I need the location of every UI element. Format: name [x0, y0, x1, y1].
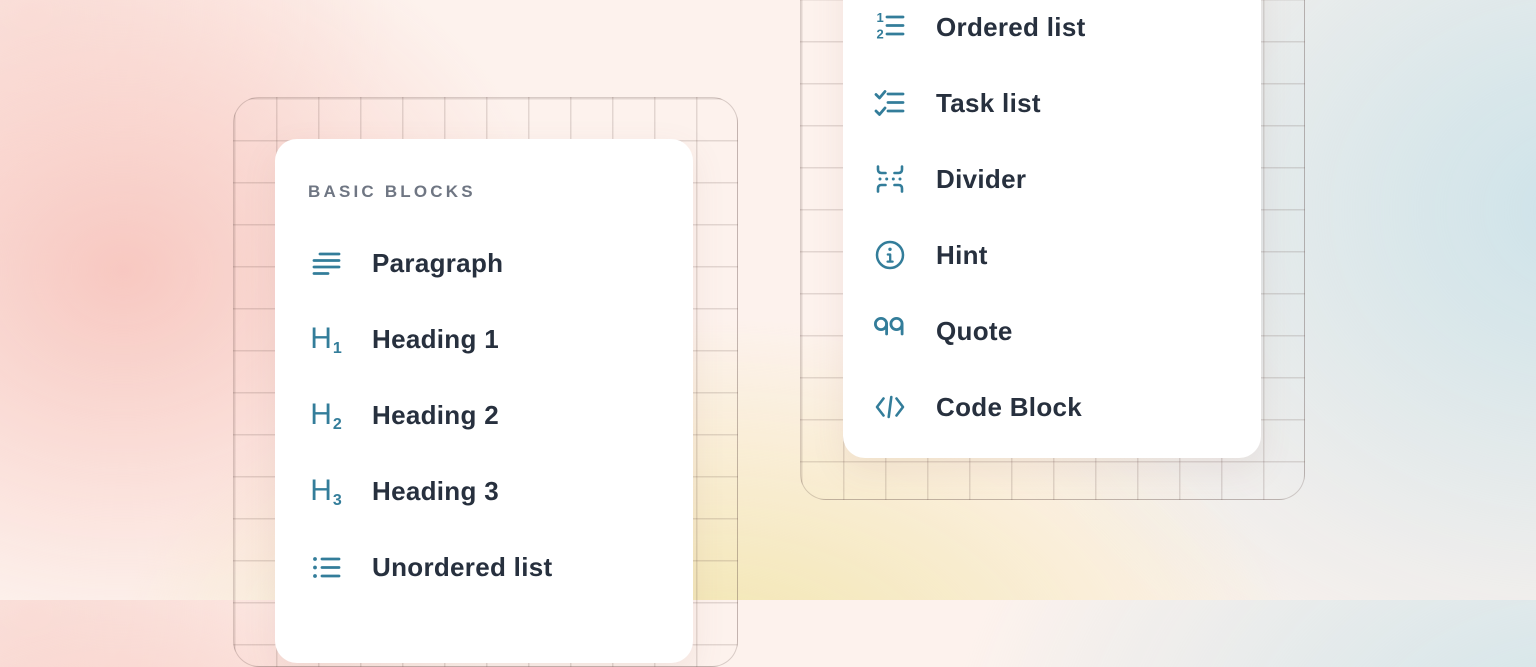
menu-item-heading-2[interactable]: H2 Heading 2: [308, 377, 693, 453]
menu-item-label: Paragraph: [372, 248, 503, 279]
task-list-icon: [872, 85, 908, 121]
menu-item-label: Divider: [936, 164, 1026, 195]
menu-item-divider[interactable]: Divider: [872, 141, 1261, 217]
paragraph-icon: [308, 245, 344, 281]
menu-item-label: Heading 2: [372, 400, 499, 431]
menu-item-task-list[interactable]: Task list: [872, 65, 1261, 141]
menu-item-label: Heading 1: [372, 324, 499, 355]
menu-item-heading-1[interactable]: H1 Heading 1: [308, 301, 693, 377]
code-block-icon: [872, 389, 908, 425]
heading-3-icon: H3: [308, 473, 344, 509]
svg-text:1: 1: [877, 10, 884, 25]
quote-icon: [872, 313, 908, 349]
menu-item-unordered-list[interactable]: Unordered list: [308, 529, 693, 605]
menu-item-label: Task list: [936, 88, 1041, 119]
divider-icon: [872, 161, 908, 197]
basic-blocks-items: Paragraph H1 Heading 1 H2 Heading 2 H3 H…: [308, 225, 693, 605]
svg-text:2: 2: [877, 27, 884, 42]
menu-item-label: Heading 3: [372, 476, 499, 507]
menu-item-label: Code Block: [936, 392, 1082, 423]
ordered-list-icon: 12: [872, 9, 908, 45]
menu-item-hint[interactable]: Hint: [872, 217, 1261, 293]
menu-item-ordered-list[interactable]: 12 Ordered list: [872, 0, 1261, 65]
menu-item-label: Unordered list: [372, 552, 552, 583]
basic-blocks-card: BASIC BLOCKS Paragraph H1 Heading 1 H2 H…: [275, 139, 693, 663]
menu-item-label: Quote: [936, 316, 1013, 347]
section-title-basic-blocks: BASIC BLOCKS: [308, 181, 693, 203]
menu-item-paragraph[interactable]: Paragraph: [308, 225, 693, 301]
menu-item-code-block[interactable]: Code Block: [872, 369, 1261, 445]
menu-item-quote[interactable]: Quote: [872, 293, 1261, 369]
more-blocks-items: 12 Ordered list Task list Divider Hint Q…: [872, 0, 1261, 445]
menu-item-label: Hint: [936, 240, 988, 271]
heading-1-icon: H1: [308, 321, 344, 357]
heading-2-icon: H2: [308, 397, 344, 433]
unordered-list-icon: [308, 549, 344, 585]
more-blocks-card: 12 Ordered list Task list Divider Hint Q…: [843, 0, 1261, 458]
hint-icon: [872, 237, 908, 273]
menu-item-label: Ordered list: [936, 12, 1086, 43]
menu-item-heading-3[interactable]: H3 Heading 3: [308, 453, 693, 529]
